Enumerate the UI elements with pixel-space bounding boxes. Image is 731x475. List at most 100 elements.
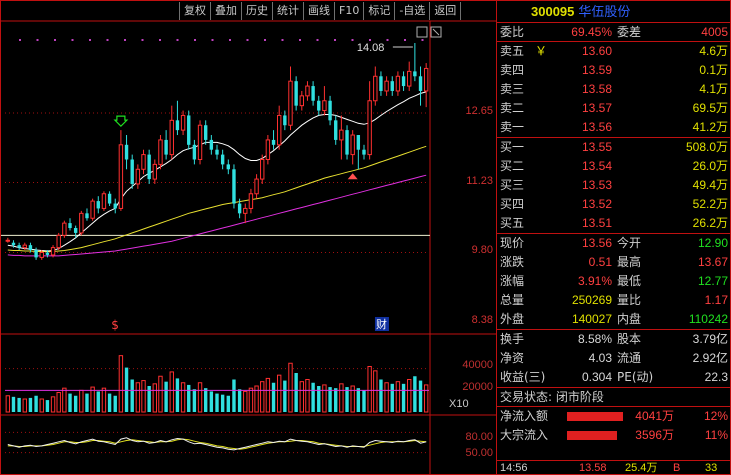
ask-level-value: 13.60	[581, 44, 612, 58]
ask-level-flag: ￥	[535, 44, 548, 58]
candle-body	[294, 81, 298, 106]
tick-price: 13.58	[579, 462, 607, 474]
volume-bar	[226, 395, 231, 412]
candle-body	[5, 239, 11, 242]
volume-bar	[215, 393, 219, 412]
kline-chart-panel[interactable]: 14.08 $ 财 复权 叠加 历史 统计 画线 F10 标记 -自选 返回 12.…	[0, 0, 497, 475]
price-tick-label: 9.80	[471, 244, 493, 256]
top-marker-dot	[334, 39, 336, 41]
candle-body	[395, 75, 401, 92]
volume-bar	[209, 391, 214, 412]
trade-status: 交易状态: 闭市阶段	[500, 390, 604, 404]
volume-bar	[288, 362, 293, 413]
top-marker-dot	[54, 39, 56, 41]
back-button[interactable]: 返回	[429, 2, 462, 20]
candle-body	[373, 75, 378, 102]
mark-button[interactable]: 标记	[363, 2, 394, 20]
top-marker-dot	[176, 39, 179, 41]
candle-body	[265, 139, 271, 160]
candle-body	[271, 139, 276, 145]
bid-book: 买一 13.55 508.0万 买二 13.54 26.0万 买三 13.53 49.4万 买四 1…	[497, 138, 730, 234]
candle-body	[334, 120, 338, 140]
history-button[interactable]: 历史	[241, 2, 272, 20]
remove-watchlist-button[interactable]: -自选	[394, 2, 429, 20]
price-stat-value2: 12.77	[697, 274, 728, 288]
candle-body	[226, 164, 231, 170]
dividend-event-mark: $	[111, 318, 119, 332]
restore-rights-button[interactable]: 复权	[179, 2, 210, 20]
kline-chart-canvas[interactable]: 14.08 $ 财	[1, 1, 496, 474]
candle-body	[356, 135, 361, 150]
candle-body	[350, 134, 355, 156]
buy-signal-arrow-icon	[113, 115, 129, 127]
share-stat: 收益(三) 0.304 PE(动) 22.3	[497, 368, 730, 387]
candle-body	[22, 244, 27, 249]
volume-bar	[356, 388, 361, 412]
tick-side: B	[673, 462, 681, 474]
price-stat-value: 3.91%	[577, 274, 612, 288]
candle-body	[158, 139, 163, 165]
price-stat-value2: 110242	[688, 312, 728, 326]
price-stat-label2: 最低	[617, 274, 642, 288]
volume-bar	[237, 389, 242, 412]
volume-bar	[164, 381, 168, 412]
bid-level-value: 13.53	[581, 178, 612, 192]
volume-bar	[248, 387, 254, 413]
volume-bar	[197, 382, 203, 413]
candle-body	[362, 149, 366, 155]
candle-body	[113, 203, 117, 209]
ask-level: 卖四 13.59 0.1万	[497, 61, 730, 80]
volume-bar	[423, 384, 429, 413]
candle-body	[232, 169, 236, 204]
overlay-button[interactable]: 叠加	[210, 2, 241, 20]
top-marker-dot	[316, 39, 319, 41]
candle-body	[73, 228, 78, 233]
candle-body	[90, 200, 95, 219]
draw-line-button[interactable]: 画线	[303, 2, 334, 20]
window-icon	[416, 26, 428, 38]
bid-level-label: 买五	[500, 216, 525, 230]
ask-level-label: 卖三	[500, 82, 525, 96]
fund-flow-section: 净流入额 4041万 12% 大宗流入 3596万 11%	[497, 407, 730, 445]
statistics-button[interactable]: 统计	[272, 2, 303, 20]
fund-flow-label: 大宗流入	[500, 428, 549, 442]
volume-bar	[265, 377, 271, 413]
candle-body	[379, 76, 383, 91]
weibi-label: 委比	[500, 25, 525, 39]
candle-body	[85, 213, 89, 219]
bid-level-value2: 508.0万	[685, 140, 728, 154]
volume-bar	[79, 389, 84, 413]
volume-bar	[294, 373, 298, 412]
candle-body	[34, 250, 38, 258]
volume-bar	[407, 379, 412, 413]
volume-tick-label: 40000	[462, 359, 493, 371]
volume-bar	[311, 382, 315, 412]
bid-level: 买二 13.54 26.0万	[497, 157, 730, 176]
volume-bar	[45, 400, 50, 412]
price-stat: 外盘 140027 内盘 110242	[497, 310, 730, 329]
top-marker-dot	[124, 39, 126, 41]
ask-level-value2: 69.5万	[692, 101, 728, 115]
candle-body	[423, 67, 429, 92]
fund-flow-label: 净流入额	[500, 409, 549, 423]
price-stat: 涨跌 0.51 最高 13.67	[497, 253, 730, 272]
share-stat-value: 4.03	[588, 351, 612, 365]
volume-bar	[118, 355, 124, 413]
top-marker-dot	[71, 39, 74, 41]
candle-body	[288, 80, 293, 126]
f10-button[interactable]: F10	[334, 2, 363, 20]
quote-panel: 300095 华伍股份 委比 69.45% 委差 4005 卖五 ￥ 13.60 4.6…	[497, 0, 731, 475]
top-marker-dot	[229, 39, 231, 41]
volume-bar	[334, 388, 338, 412]
bid-level-value: 13.54	[581, 159, 612, 173]
volume-bar	[305, 379, 310, 413]
price-stat-label: 涨跌	[500, 255, 525, 269]
volume-bar	[113, 395, 117, 412]
candle-body	[418, 76, 423, 91]
share-stat: 换手 8.58% 股本 3.79亿	[497, 330, 730, 349]
bid-level-value: 13.55	[581, 140, 612, 154]
ask-level-value2: 4.1万	[699, 82, 728, 96]
bid-level-value: 13.51	[581, 216, 612, 230]
volume-bar	[34, 395, 38, 412]
candle-body	[243, 207, 248, 214]
